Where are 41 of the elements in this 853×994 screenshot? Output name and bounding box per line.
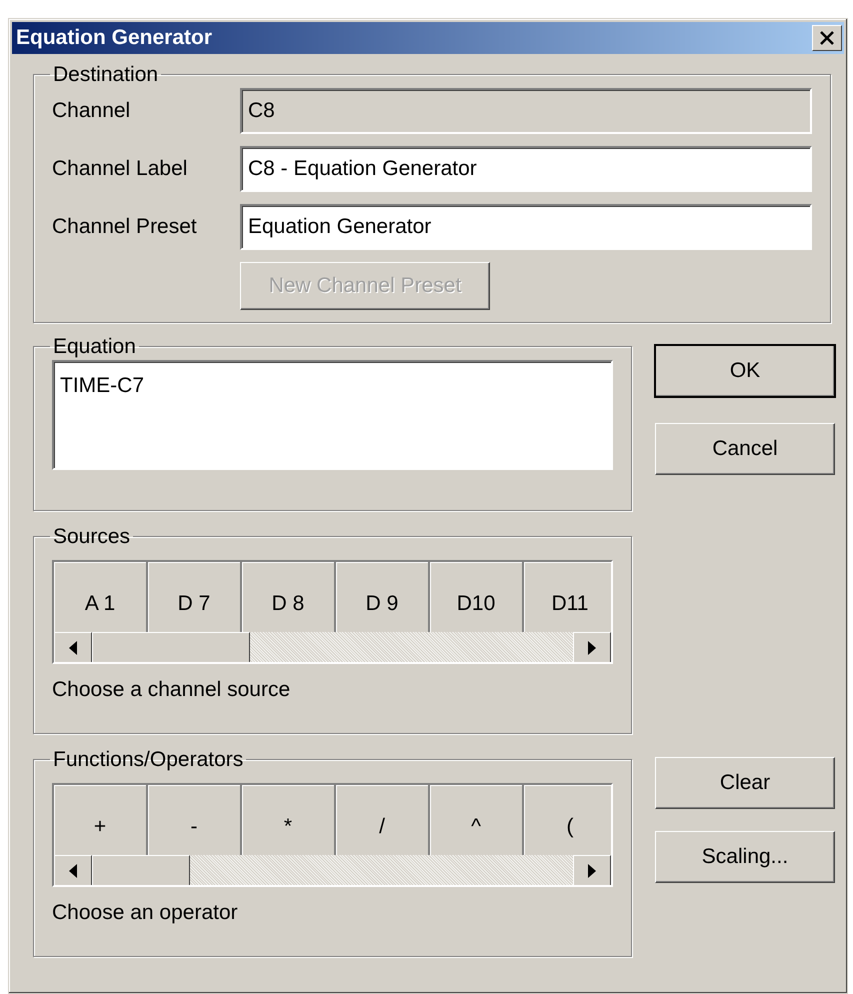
close-button[interactable] (812, 25, 842, 51)
hint-text: Choose a channel source (52, 677, 292, 704)
group-title: Sources (52, 525, 132, 548)
picker-item[interactable]: - (148, 785, 242, 856)
field-label: Channel Preset (52, 214, 198, 240)
picker-item[interactable]: / (336, 785, 430, 856)
picker-item[interactable]: ( (524, 785, 611, 856)
scroll-thumb[interactable] (92, 632, 250, 662)
scroll-left-button[interactable] (54, 855, 92, 886)
hint-text: Choose an operator (52, 900, 239, 926)
scroll-thumb[interactable] (92, 855, 190, 886)
picker-item[interactable]: D 9 (336, 562, 430, 632)
picker-item[interactable]: D10 (430, 562, 524, 632)
dialog-button[interactable]: OK (655, 345, 835, 397)
left-arrow-icon (69, 864, 77, 878)
equation-field[interactable]: TIME-C7 (52, 360, 613, 470)
picker-item[interactable]: * (242, 785, 336, 856)
dialog-button[interactable]: Clear (655, 757, 835, 809)
group-title: Functions/Operators (52, 748, 244, 772)
dialog-button[interactable]: Cancel (655, 423, 835, 475)
window-title: Equation Generator (16, 25, 212, 52)
group-title: Equation (52, 335, 137, 358)
right-arrow-icon (588, 864, 596, 878)
picker-item[interactable]: D11 (524, 562, 611, 632)
picker-item[interactable]: D 8 (242, 562, 336, 632)
field-label: Channel Label (52, 156, 188, 182)
input-field[interactable]: C8 - Equation Generator (240, 146, 812, 192)
scroll-right-button[interactable] (573, 855, 611, 886)
picker-item[interactable]: + (54, 785, 148, 856)
field-label: Channel (52, 98, 132, 124)
picker-item[interactable]: D 7 (148, 562, 242, 632)
right-arrow-icon (588, 641, 596, 656)
input-field[interactable]: Equation Generator (240, 204, 812, 250)
scroll-right-button[interactable] (573, 632, 611, 662)
left-arrow-icon (69, 641, 77, 656)
close-icon (819, 31, 835, 45)
group-title: Destination (52, 63, 160, 86)
picker-item[interactable]: ^ (430, 785, 524, 856)
scroll-left-button[interactable] (54, 632, 92, 662)
picker-item[interactable]: A 1 (54, 562, 148, 632)
dialog-button[interactable]: Scaling... (655, 831, 835, 883)
